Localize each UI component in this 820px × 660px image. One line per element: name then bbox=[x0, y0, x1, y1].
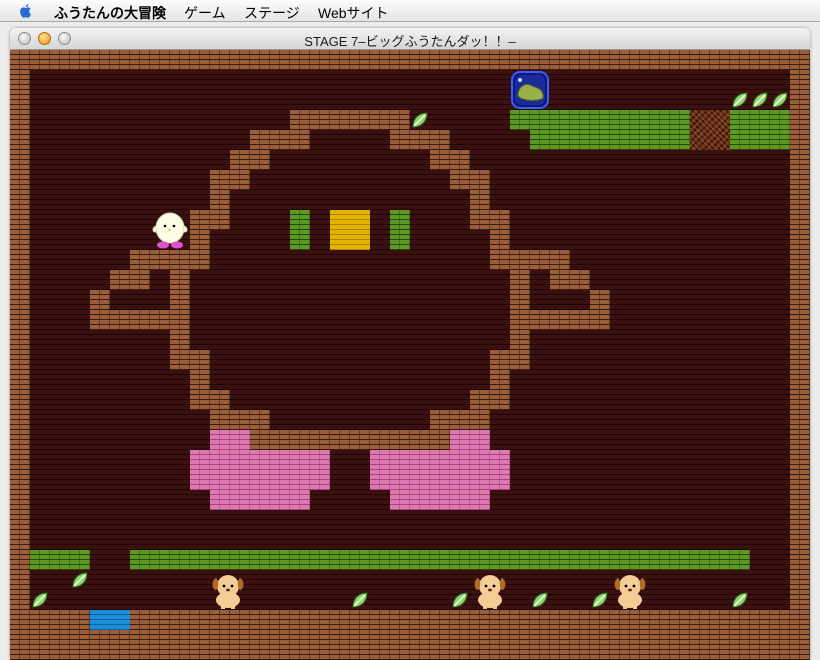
brick-block bbox=[470, 390, 510, 410]
water-block bbox=[90, 610, 130, 630]
brick-block bbox=[490, 370, 510, 390]
brick-block bbox=[490, 230, 510, 250]
brick-block bbox=[390, 130, 450, 150]
green-ledge bbox=[130, 550, 750, 570]
green-leaf-icon bbox=[72, 572, 88, 588]
game-window: STAGE 7–ビッグふうたんダッ！！– bbox=[10, 28, 810, 660]
brick-block bbox=[190, 230, 210, 250]
apple-icon[interactable] bbox=[18, 2, 34, 19]
menu-stage[interactable]: ステージ bbox=[244, 3, 300, 23]
brick-block bbox=[430, 150, 470, 170]
brick-block bbox=[510, 270, 530, 290]
brick-block bbox=[90, 290, 110, 310]
game-stage[interactable] bbox=[10, 50, 810, 660]
green-ledge bbox=[510, 110, 790, 130]
brick-block bbox=[290, 110, 410, 130]
green-leaf-icon bbox=[732, 592, 748, 608]
brick-block bbox=[110, 270, 150, 290]
brick-block bbox=[430, 410, 490, 430]
brick-block bbox=[250, 430, 450, 450]
menu-bar: ふうたんの大冒険 ゲーム ステージ Webサイト bbox=[0, 0, 820, 22]
pink-foot-block bbox=[210, 430, 250, 450]
menu-website[interactable]: Webサイト bbox=[318, 3, 389, 23]
brick-block bbox=[90, 310, 190, 330]
puppy-enemy-icon bbox=[212, 575, 244, 609]
green-leaf-icon bbox=[452, 592, 468, 608]
brick-block bbox=[510, 330, 530, 350]
brick-wall-top bbox=[10, 50, 810, 70]
green-eye-block bbox=[390, 210, 410, 250]
green-leaf-icon bbox=[732, 92, 748, 108]
brick-block bbox=[190, 390, 230, 410]
pink-foot-block bbox=[190, 450, 330, 490]
brick-block bbox=[210, 170, 250, 190]
goal-bottle-icon bbox=[511, 71, 549, 109]
brick-block bbox=[590, 290, 610, 310]
futan-player-icon bbox=[152, 212, 188, 249]
brick-block bbox=[210, 410, 270, 430]
green-leaf-icon bbox=[532, 592, 548, 608]
brick-block bbox=[190, 370, 210, 390]
brick-wall-right bbox=[790, 50, 810, 660]
pink-foot-block bbox=[450, 430, 490, 450]
brick-block bbox=[170, 270, 190, 290]
brick-floor bbox=[10, 610, 810, 660]
brick-block bbox=[470, 190, 490, 210]
brick-block bbox=[170, 290, 190, 310]
pink-foot-block bbox=[390, 490, 490, 510]
green-leaf-icon bbox=[592, 592, 608, 608]
green-leaf-icon bbox=[352, 592, 368, 608]
brick-block bbox=[490, 350, 530, 370]
brick-block bbox=[510, 290, 530, 310]
puppy-enemy-icon bbox=[614, 575, 646, 609]
brick-block bbox=[210, 190, 230, 210]
puppy-enemy-icon bbox=[474, 575, 506, 609]
green-eye-block bbox=[290, 210, 310, 250]
menu-game[interactable]: ゲーム bbox=[184, 3, 226, 23]
green-leaf-icon bbox=[412, 112, 428, 128]
green-ledge bbox=[30, 550, 90, 570]
brick-block bbox=[550, 270, 590, 290]
brick-block bbox=[490, 250, 570, 270]
pink-foot-block bbox=[370, 450, 510, 490]
brick-block bbox=[230, 150, 270, 170]
brick-block bbox=[170, 330, 190, 350]
green-leaf-icon bbox=[32, 592, 48, 608]
window-title: STAGE 7–ビッグふうたんダッ！！– bbox=[304, 34, 516, 49]
yellow-beak-block bbox=[330, 210, 370, 250]
window-titlebar[interactable]: STAGE 7–ビッグふうたんダッ！！– bbox=[10, 28, 810, 50]
brick-block bbox=[250, 130, 310, 150]
pink-foot-block bbox=[210, 490, 310, 510]
brick-block bbox=[510, 310, 610, 330]
brick-block bbox=[450, 170, 490, 190]
breakable-rubble-block bbox=[690, 110, 730, 150]
stage-background bbox=[30, 70, 790, 610]
brick-block bbox=[190, 210, 230, 230]
brick-wall-left bbox=[10, 50, 30, 660]
menu-app-name[interactable]: ふうたんの大冒険 bbox=[54, 3, 166, 23]
green-ledge bbox=[530, 130, 790, 150]
brick-block bbox=[170, 350, 210, 370]
brick-block bbox=[470, 210, 510, 230]
green-leaf-icon bbox=[772, 92, 788, 108]
green-leaf-icon bbox=[752, 92, 768, 108]
brick-block bbox=[130, 250, 210, 270]
